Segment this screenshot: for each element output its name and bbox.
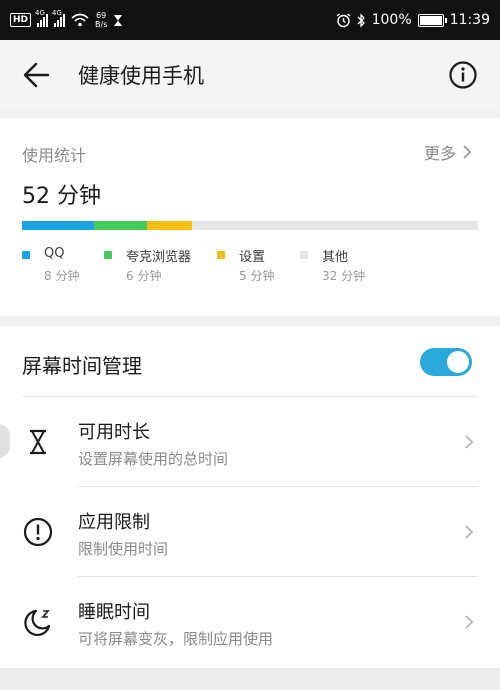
alarm-icon [336,12,351,27]
network-speed-value: 69 [96,11,107,20]
status-bar-right: 100% 11:39 [336,0,490,40]
status-bar-left: HD 4G 4G 69 B/s [10,0,123,40]
hourglass-icon [30,429,46,455]
legend-swatch [300,251,308,259]
usage-bar-segment [22,221,94,230]
legend-name: QQ [44,246,65,261]
hd-badge: HD [10,13,32,27]
divider [78,486,478,487]
chevron-right-icon [465,435,474,449]
usage-bar-segment [191,221,478,230]
row-available-duration[interactable]: 可用时长 设置屏幕使用的总时间 [0,398,500,486]
row-subtitle: 设置屏幕使用的总时间 [78,450,229,468]
battery-percent: 100% [371,12,412,28]
usage-bar-segment [147,221,192,230]
legend-swatch [217,251,225,259]
more-label: 更多 [423,144,456,163]
divider [78,576,478,577]
network-speed: 69 B/s [95,11,107,29]
usage-stats-card: 使用统计 更多 52 分钟 QQ 8 分钟 夸克浏览器 6 分钟 设置 5 分钟 其他 32 … [0,118,500,316]
signal-icon: 4G [35,9,49,27]
screen-time-management-title: 屏幕时间管理 [22,354,142,378]
row-app-limits[interactable]: 应用限制 限制使用时间 [0,488,500,576]
row-sleep-time[interactable]: 睡眠时间 可将屏幕变灰，限制应用使用 [0,578,500,666]
legend-name: 设置 [239,250,266,265]
legend-minutes: 6 分钟 [126,269,162,283]
page-title: 健康使用手机 [78,64,204,88]
moon-icon [24,609,51,636]
usage-bar [22,221,478,230]
exclamation-circle-icon [23,517,53,547]
legend-name: 其他 [322,250,349,265]
row-title: 可用时长 [78,422,150,443]
row-title: 睡眠时间 [78,602,150,623]
usage-bar-segment [93,221,148,230]
clock: 11:39 [449,12,490,28]
more-link[interactable]: 更多 [424,140,472,164]
app-header: 健康使用手机 [0,40,500,108]
legend-minutes: 32 分钟 [322,269,366,283]
legend-minutes: 8 分钟 [44,269,80,283]
screen-time-toggle[interactable] [420,348,472,376]
legend-swatch [22,251,30,259]
bottom-gap [0,668,500,690]
screen-time-management-card: 屏幕时间管理 可用时长 设置屏幕使用的总时间 应用限制 限制使用时间 睡眠时间 … [0,326,500,668]
legend-swatch [104,251,112,259]
row-title: 应用限制 [78,512,150,533]
network-speed-unit: B/s [95,20,108,29]
total-usage: 52 分钟 [22,184,101,209]
signal-icon: 4G [52,9,66,27]
battery-icon [417,13,447,27]
wifi-icon [71,13,89,27]
legend-minutes: 5 分钟 [239,269,275,283]
bluetooth-icon [357,12,365,28]
arrow-left-icon[interactable] [20,58,54,92]
toggle-knob [447,351,469,373]
hourglass-icon [114,14,123,26]
chevron-right-icon [465,525,474,539]
row-subtitle: 可将屏幕变灰，限制应用使用 [78,630,274,648]
status-bar: HD 4G 4G 69 B/s 100% 11:39 [0,0,500,40]
usage-stats-label: 使用统计 [22,146,87,165]
info-icon[interactable] [448,60,478,90]
chevron-right-icon [465,615,474,629]
divider [22,396,478,397]
legend-name: 夸克浏览器 [126,250,192,265]
usage-legend: QQ 8 分钟 夸克浏览器 6 分钟 设置 5 分钟 其他 32 分钟 [22,246,482,296]
chevron-right-icon [463,145,472,159]
row-subtitle: 限制使用时间 [78,540,169,558]
